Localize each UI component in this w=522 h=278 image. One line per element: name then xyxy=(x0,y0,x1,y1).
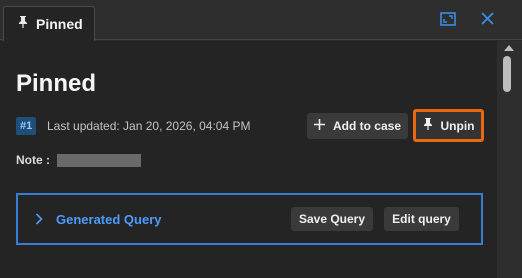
generated-query-title[interactable]: Generated Query xyxy=(56,212,162,227)
unpin-button[interactable]: Unpin xyxy=(413,109,484,142)
note-label: Note : xyxy=(16,153,50,167)
close-icon xyxy=(480,12,494,30)
add-to-case-button[interactable]: Add to case xyxy=(307,113,408,139)
add-to-case-label: Add to case xyxy=(332,119,401,133)
tab-bar: Pinned xyxy=(0,0,522,41)
edit-query-button[interactable]: Edit query xyxy=(384,207,459,231)
last-updated-text: Last updated: Jan 20, 2026, 04:04 PM xyxy=(47,119,251,133)
plus-icon xyxy=(313,119,325,133)
close-button[interactable] xyxy=(476,10,498,32)
tab-label: Pinned xyxy=(36,16,83,32)
pin-icon xyxy=(18,15,28,33)
tab-pinned[interactable]: Pinned xyxy=(3,6,95,41)
chevron-right-icon[interactable] xyxy=(32,212,46,226)
expand-icon xyxy=(440,11,456,31)
scrollbar[interactable] xyxy=(497,41,522,278)
note-value-redacted xyxy=(57,154,141,167)
pin-number-badge: #1 xyxy=(16,117,37,135)
page-title: Pinned xyxy=(16,70,97,97)
pinned-panel: Pinned #1 Last updated: Jan 20, 2026, 04… xyxy=(0,41,497,278)
unpin-label: Unpin xyxy=(440,118,475,133)
save-query-button[interactable]: Save Query xyxy=(291,207,373,231)
expand-button[interactable] xyxy=(437,10,459,32)
scrollbar-thumb[interactable] xyxy=(503,56,511,92)
pin-icon xyxy=(423,118,433,133)
scroll-up-arrow-icon[interactable] xyxy=(503,43,515,53)
